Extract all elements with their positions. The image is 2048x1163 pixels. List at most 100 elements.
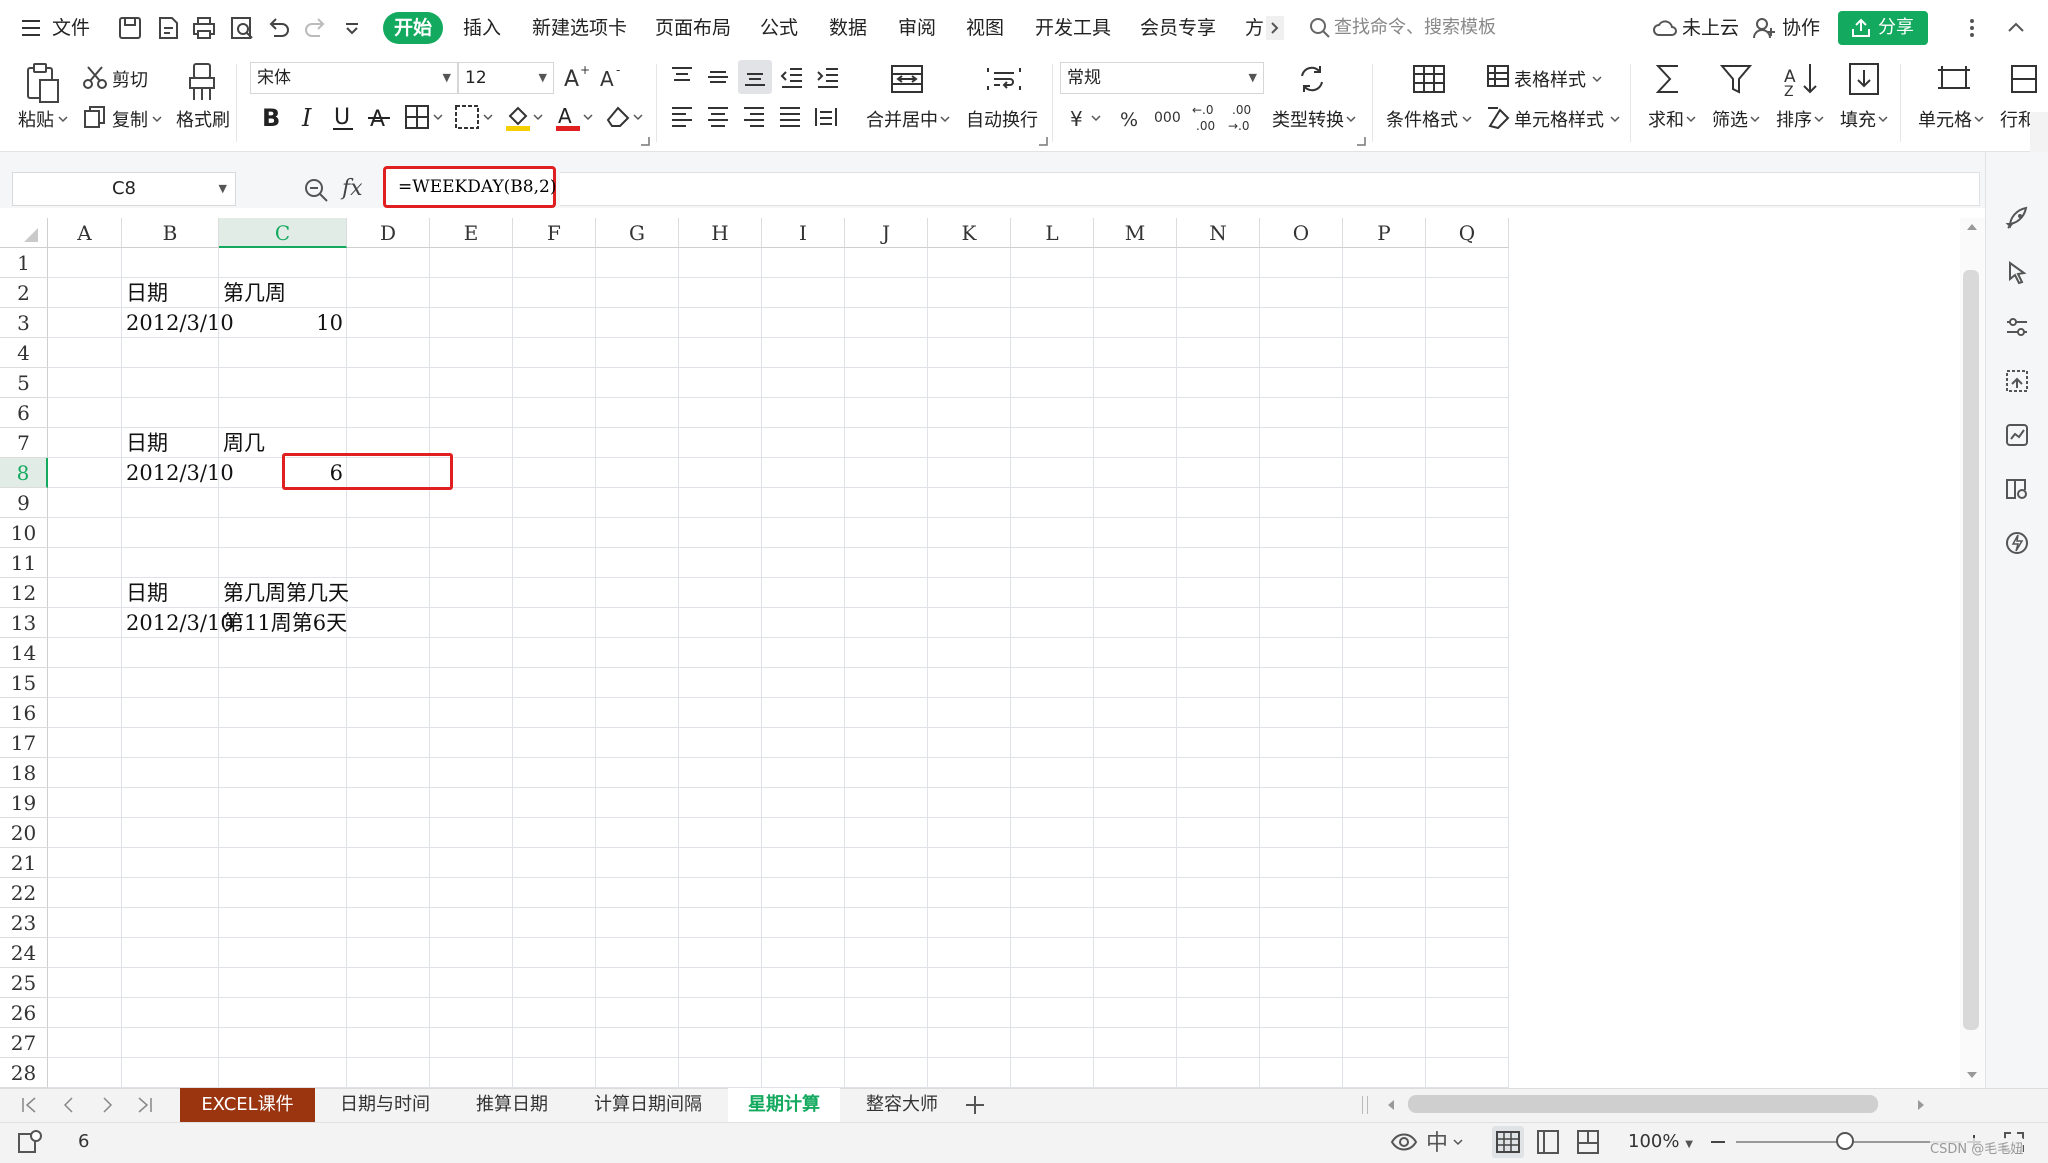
row-header-24[interactable]: 24 xyxy=(0,938,48,968)
row-header-21[interactable]: 21 xyxy=(0,848,48,878)
fill-button[interactable]: 填充 xyxy=(1840,106,1876,132)
cell-style-button[interactable]: 单元格样式 xyxy=(1514,106,1604,132)
sheet-tab-date-time[interactable]: 日期与时间 xyxy=(320,1088,450,1122)
print-icon[interactable] xyxy=(190,14,218,42)
tab-data[interactable]: 数据 xyxy=(829,0,867,56)
copy-button[interactable]: 复制 xyxy=(112,106,148,132)
tab-new-tab[interactable]: 新建选项卡 xyxy=(532,0,627,56)
tab-page-layout[interactable]: 页面布局 xyxy=(655,0,731,56)
hscroll-right-icon[interactable] xyxy=(1916,1098,1926,1112)
font-color-icon[interactable]: A xyxy=(554,102,594,132)
filter-button[interactable]: 筛选 xyxy=(1712,106,1748,132)
column-header-l[interactable]: L xyxy=(1011,218,1094,248)
column-header-d[interactable]: D xyxy=(347,218,430,248)
export-pdf-icon[interactable] xyxy=(154,14,182,42)
sort-dropdown-icon[interactable] xyxy=(1814,114,1824,124)
column-header-q[interactable]: Q xyxy=(1426,218,1509,248)
collapse-ribbon-icon[interactable] xyxy=(2004,16,2028,40)
row-header-19[interactable]: 19 xyxy=(0,788,48,818)
select-pointer-icon[interactable] xyxy=(2004,260,2030,286)
column-header-b[interactable]: B xyxy=(122,218,219,248)
rocket-icon[interactable] xyxy=(2004,206,2030,232)
column-header-j[interactable]: J xyxy=(845,218,928,248)
file-menu[interactable]: 文件 xyxy=(52,0,90,56)
page-break-view-icon[interactable] xyxy=(1574,1128,1602,1156)
cell-button[interactable]: 单元格 xyxy=(1918,106,1972,132)
cond-format-dropdown-icon[interactable] xyxy=(1462,114,1472,124)
column-header-a[interactable]: A xyxy=(48,218,122,248)
prev-sheet-icon[interactable] xyxy=(60,1096,78,1114)
cell-c13[interactable]: 第11周第6天 xyxy=(219,608,351,638)
cell-dropdown-icon[interactable] xyxy=(1974,114,1984,124)
name-box-dropdown-icon[interactable]: ▼ xyxy=(219,173,227,205)
chart-tool-icon[interactable] xyxy=(2004,422,2030,448)
distributed-align-icon[interactable] xyxy=(812,104,840,130)
percent-icon[interactable]: % xyxy=(1118,104,1142,132)
quick-access-dropdown-icon[interactable] xyxy=(342,14,370,42)
merge-center-button[interactable]: 合并居中 xyxy=(866,106,938,132)
row-header-25[interactable]: 25 xyxy=(0,968,48,998)
cell-b8[interactable]: 2012/3/10 xyxy=(122,458,234,488)
number-settings-launcher-icon[interactable] xyxy=(1356,136,1366,146)
cell-style-dropdown-icon[interactable] xyxy=(1610,114,1620,124)
column-header-f[interactable]: F xyxy=(513,218,596,248)
sort-button[interactable]: 排序 xyxy=(1776,106,1812,132)
bold-icon[interactable]: B xyxy=(258,102,284,132)
table-style-dropdown-icon[interactable] xyxy=(1592,74,1602,84)
zoom-slider-thumb[interactable] xyxy=(1836,1132,1854,1150)
row-header-22[interactable]: 22 xyxy=(0,878,48,908)
sheet-tab-excel-course[interactable]: EXCEL课件 xyxy=(180,1088,315,1122)
align-right-icon[interactable] xyxy=(740,104,768,130)
cut-button[interactable]: 剪切 xyxy=(112,66,148,92)
hscroll-left-icon[interactable] xyxy=(1386,1098,1396,1112)
cell-c3[interactable]: 10 xyxy=(219,308,347,338)
copy-dropdown-icon[interactable] xyxy=(152,114,162,124)
sum-dropdown-icon[interactable] xyxy=(1686,114,1696,124)
zoom-level[interactable]: 100% ▼ xyxy=(1628,1122,1693,1163)
tab-insert[interactable]: 插入 xyxy=(463,0,501,56)
insert-function-icon[interactable]: fx xyxy=(342,172,363,206)
align-center-icon[interactable] xyxy=(704,104,732,130)
tab-formulas[interactable]: 公式 xyxy=(760,0,798,56)
underline-icon[interactable]: U xyxy=(330,102,356,132)
row-header-2[interactable]: 2 xyxy=(0,278,48,308)
book-search-icon[interactable] xyxy=(2004,476,2030,502)
share-button[interactable]: 分享 xyxy=(1838,11,1928,45)
row-header-26[interactable]: 26 xyxy=(0,998,48,1028)
thousands-separator-icon[interactable]: 000 xyxy=(1154,104,1186,132)
increase-font-icon[interactable]: A + xyxy=(562,64,592,90)
cell-b2[interactable]: 日期 xyxy=(122,278,172,308)
row-header-9[interactable]: 9 xyxy=(0,488,48,518)
sheet-tab-infer-date[interactable]: 推算日期 xyxy=(456,1088,568,1122)
scroll-down-icon[interactable] xyxy=(1966,1070,1978,1080)
align-middle-icon[interactable] xyxy=(704,64,732,90)
fill-color-icon[interactable] xyxy=(504,102,544,132)
row-header-12[interactable]: 12 xyxy=(0,578,48,608)
align-left-icon[interactable] xyxy=(668,104,696,130)
format-painter-button[interactable]: 格式刷 xyxy=(176,106,230,132)
cell-b7[interactable]: 日期 xyxy=(122,428,172,458)
settings-sliders-icon[interactable] xyxy=(2004,314,2030,340)
decrease-indent-icon[interactable] xyxy=(778,64,806,90)
justify-icon[interactable] xyxy=(776,104,804,130)
cell-b12[interactable]: 日期 xyxy=(122,578,172,608)
row-header-23[interactable]: 23 xyxy=(0,908,48,938)
scroll-up-icon[interactable] xyxy=(1966,222,1978,232)
paste-icon[interactable] xyxy=(22,62,62,104)
paste-dropdown-icon[interactable] xyxy=(58,114,68,124)
decrease-decimal-icon[interactable]: .00 →.0 xyxy=(1228,100,1258,134)
font-size-select[interactable]: 12 ▼ xyxy=(458,62,554,94)
last-sheet-icon[interactable] xyxy=(136,1096,154,1114)
paste-button[interactable]: 粘贴 xyxy=(18,106,54,132)
select-all-corner[interactable] xyxy=(0,218,48,248)
row-header-4[interactable]: 4 xyxy=(0,338,48,368)
wrap-text-button[interactable]: 自动换行 xyxy=(966,106,1038,132)
row-header-8[interactable]: 8 xyxy=(0,458,48,488)
column-header-o[interactable]: O xyxy=(1260,218,1343,248)
spreadsheet-grid[interactable]: ABCDEFGHIJKLMNOPQ 1 2 3 4 5 6 7 8 9 10 11 12 13 14 15 1… xyxy=(0,218,1960,1088)
column-header-i[interactable]: I xyxy=(762,218,845,248)
tab-member[interactable]: 会员专享 xyxy=(1140,0,1216,56)
add-sheet-icon[interactable] xyxy=(964,1094,986,1116)
column-header-n[interactable]: N xyxy=(1177,218,1260,248)
tab-view[interactable]: 视图 xyxy=(966,0,1004,56)
